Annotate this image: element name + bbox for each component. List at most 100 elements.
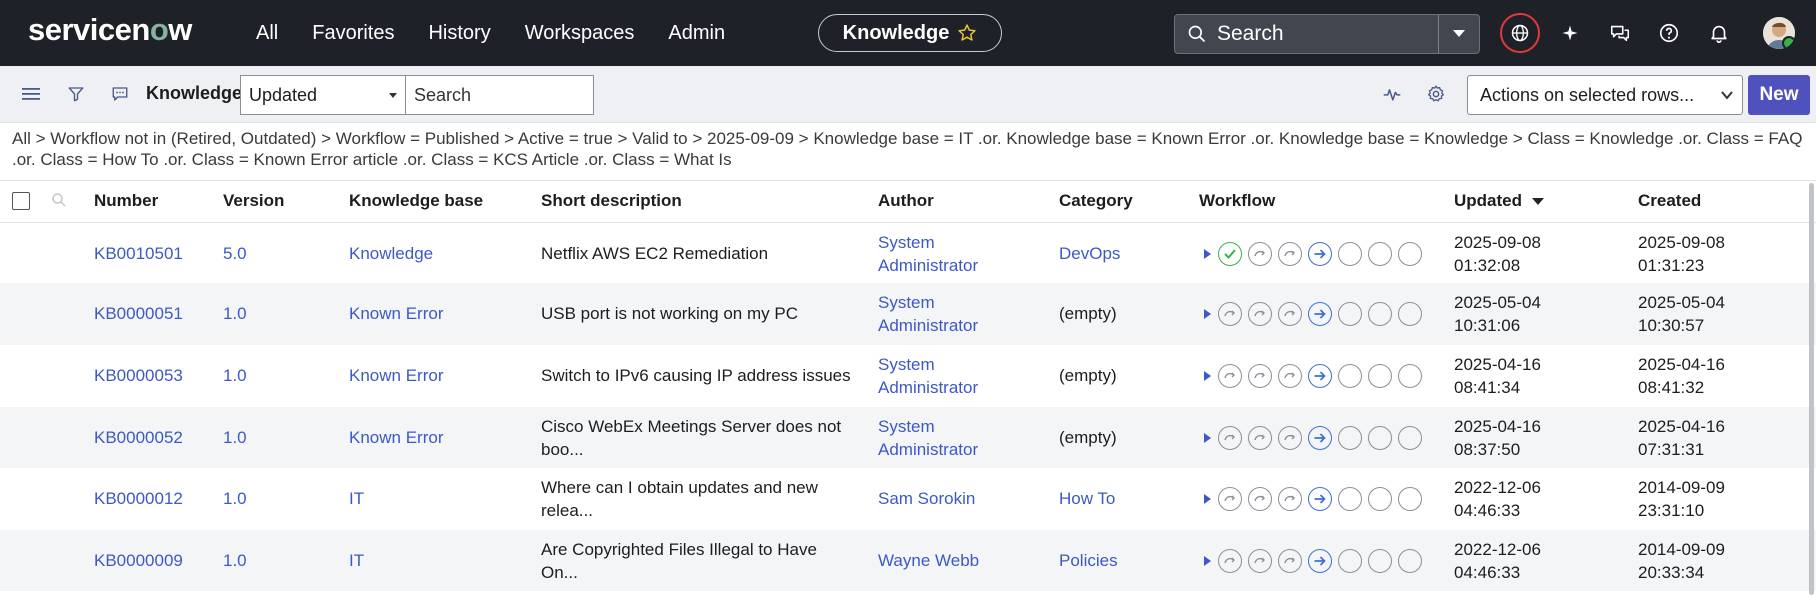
updated-date: 2025-04-16 [1454,355,1541,374]
header-workflow[interactable]: Workflow [1199,191,1275,211]
short-description-line-1: Switch to IPv6 causing IP address issues [541,366,851,385]
updated-date: 2022-12-06 [1454,540,1541,559]
created-date: 2025-05-04 [1638,293,1725,312]
user-avatar[interactable] [1763,17,1795,49]
table-row[interactable]: KB0000052 1.0 Known Error Cisco WebEx Me… [0,407,1816,468]
expand-triangle-icon[interactable] [1204,249,1211,259]
kb-number-link[interactable]: KB0000052 [94,426,183,449]
nav-favorites[interactable]: Favorites [312,22,394,45]
sort-descending-icon [1532,198,1544,206]
header-knowledge-base[interactable]: Knowledge base [349,191,483,211]
header-updated[interactable]: Updated [1454,191,1544,211]
updated-value: 2025-05-04 10:31:06 [1454,291,1541,337]
version-link[interactable]: 1.0 [223,487,247,510]
created-date: 2025-04-16 [1638,417,1725,436]
category-value: (empty) [1059,304,1117,323]
kb-number-link[interactable]: KB0010501 [94,242,183,265]
version-link[interactable]: 5.0 [223,242,247,265]
workflow-step-pending-icon [1368,364,1392,388]
app-context-pill[interactable]: Knowledge [818,14,1002,52]
knowledge-list-table: Number Version Knowledge base Short desc… [0,180,1816,591]
new-button[interactable]: New [1748,75,1810,115]
created-value: 2025-05-04 10:30:57 [1638,291,1725,337]
short-description: USB port is not working on my PC [541,302,798,325]
nav-admin[interactable]: Admin [668,22,725,45]
kb-number-link[interactable]: KB0000053 [94,364,183,387]
knowledge-base-link[interactable]: Known Error [349,426,443,449]
version-link[interactable]: 1.0 [223,549,247,572]
header-created[interactable]: Created [1638,191,1701,211]
updated-time: 04:46:33 [1454,501,1521,520]
notifications-button[interactable] [1703,17,1735,49]
global-search[interactable]: Search [1174,14,1480,54]
column-search-icon[interactable] [50,191,68,209]
search-scope-dropdown[interactable] [1439,15,1479,53]
author-link[interactable]: System Administrator [878,291,978,337]
knowledge-base-link[interactable]: Knowledge [349,242,433,265]
version-link[interactable]: 1.0 [223,426,247,449]
header-category[interactable]: Category [1059,191,1133,211]
filter-icon [68,87,84,102]
global-search-input[interactable]: Search [1217,22,1438,46]
expand-triangle-icon[interactable] [1204,309,1211,319]
workflow-step-skipped-icon [1248,302,1272,326]
author-link[interactable]: System Administrator [878,231,978,277]
workflow-step-pending-icon [1338,364,1362,388]
star-icon[interactable] [957,23,977,43]
expand-triangle-icon[interactable] [1204,371,1211,381]
actions-on-selected-rows-select[interactable]: Actions on selected rows... [1467,75,1743,115]
version-link[interactable]: 1.0 [223,364,247,387]
category-value[interactable]: Policies [1059,549,1118,572]
now-assist-button[interactable] [1554,17,1586,49]
expand-triangle-icon[interactable] [1204,556,1211,566]
header-number[interactable]: Number [94,191,158,211]
knowledge-base-link[interactable]: IT [349,487,364,510]
workflow-step-current-icon [1308,426,1332,450]
activity-stream-button[interactable] [108,82,132,106]
response-time-button[interactable] [1380,82,1404,106]
category-value[interactable]: DevOps [1059,242,1120,265]
table-row[interactable]: KB0010501 5.0 Knowledge Netflix AWS EC2 … [0,223,1816,283]
expand-triangle-icon[interactable] [1204,433,1211,443]
header-author[interactable]: Author [878,191,934,211]
list-settings-button[interactable] [1424,82,1448,106]
header-short-description[interactable]: Short description [541,191,682,211]
version-link[interactable]: 1.0 [223,302,247,325]
help-button[interactable] [1653,17,1685,49]
kb-number-link[interactable]: KB0000009 [94,549,183,572]
workflow-progress [1204,302,1428,326]
knowledge-base-link[interactable]: Known Error [349,302,443,325]
knowledge-base-link[interactable]: IT [349,549,364,572]
filter-button[interactable] [64,82,88,106]
kb-number-link[interactable]: KB0000051 [94,302,183,325]
nav-all[interactable]: All [256,22,278,45]
nav-history[interactable]: History [428,22,490,45]
workflow-step-pending-icon [1338,242,1362,266]
author-link[interactable]: System Administrator [878,415,978,461]
short-description: Netflix AWS EC2 Remediation [541,242,768,265]
author-line-2: Administrator [878,256,979,275]
author-link[interactable]: System Administrator [878,353,978,399]
vertical-scrollbar[interactable] [1809,183,1814,595]
language-globe-button[interactable] [1500,13,1540,53]
table-row[interactable]: KB0000009 1.0 IT Are Copyrighted Files I… [0,530,1816,591]
expand-triangle-icon[interactable] [1204,494,1211,504]
nav-workspaces[interactable]: Workspaces [525,22,635,45]
select-all-checkbox[interactable] [12,192,30,210]
header-version[interactable]: Version [223,191,284,211]
chat-button[interactable] [1604,17,1636,49]
search-field-select[interactable]: Updated [240,75,406,115]
category-value[interactable]: How To [1059,487,1115,510]
table-row[interactable]: KB0000053 1.0 Known Error Switch to IPv6… [0,345,1816,407]
kb-number-link[interactable]: KB0000012 [94,487,183,510]
table-row[interactable]: KB0000051 1.0 Known Error USB port is no… [0,283,1816,345]
knowledge-base-link[interactable]: Known Error [349,364,443,387]
author-link[interactable]: Wayne Webb [878,549,979,572]
hamburger-icon [22,88,40,100]
author-link[interactable]: Sam Sorokin [878,487,975,510]
table-row[interactable]: KB0000012 1.0 IT Where can I obtain upda… [0,468,1816,530]
filter-breadcrumb[interactable]: All > Workflow not in (Retired, Outdated… [12,128,1806,170]
servicenow-logo[interactable]: servicenow [28,12,192,48]
list-menu-button[interactable] [19,82,43,106]
list-search-input[interactable]: Search [406,75,594,115]
